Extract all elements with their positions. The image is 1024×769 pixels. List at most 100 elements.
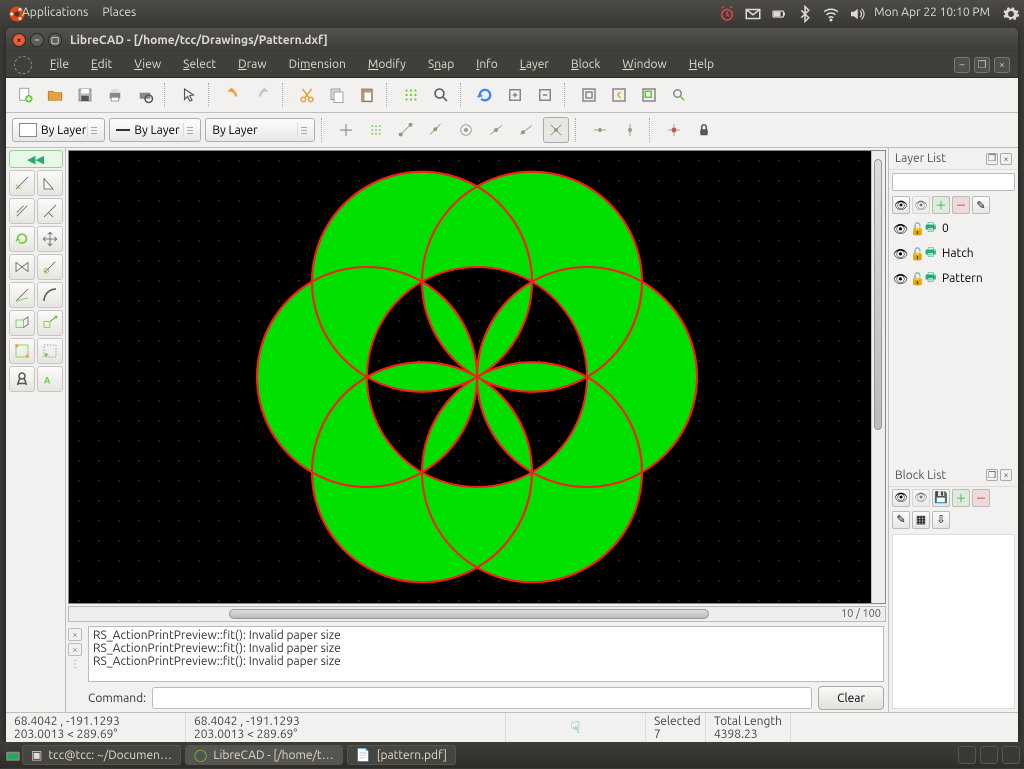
cut-button[interactable]	[294, 82, 320, 108]
volume-icon[interactable]	[848, 5, 862, 19]
menu-snap[interactable]: Snap	[418, 55, 464, 74]
pointer-button[interactable]	[176, 82, 202, 108]
menu-modify[interactable]: Modify	[358, 55, 416, 74]
block-remove-button[interactable]: －	[972, 489, 990, 507]
snap-free-button[interactable]	[333, 117, 359, 143]
snap-on-entity-button[interactable]	[423, 117, 449, 143]
block-save-button[interactable]: 💾	[932, 489, 950, 507]
panel-undock-icon[interactable]: ❐	[986, 469, 998, 481]
snap-center-button[interactable]	[453, 117, 479, 143]
alarm-icon[interactable]	[718, 5, 732, 19]
mail-icon[interactable]	[744, 5, 758, 19]
layer-remove-button[interactable]: －	[952, 196, 970, 214]
block-panel-header[interactable]: Block List ❐×	[889, 465, 1018, 487]
tool-bound[interactable]	[9, 338, 35, 364]
undo-button[interactable]	[220, 82, 246, 108]
tray-icon[interactable]	[980, 746, 998, 764]
tool-mirror[interactable]	[9, 254, 35, 280]
layer-item[interactable]: 👁🔓🖶Pattern	[889, 266, 1018, 291]
grid-button[interactable]	[398, 82, 424, 108]
snap-middle-button[interactable]	[483, 117, 509, 143]
copy-button[interactable]	[324, 82, 350, 108]
redo-button[interactable]	[250, 82, 276, 108]
layer-add-button[interactable]: ＋	[932, 196, 950, 214]
bluetooth-icon[interactable]	[796, 5, 810, 19]
log-close-icon-2[interactable]: ×	[68, 643, 82, 656]
menu-places[interactable]: Places	[102, 6, 136, 19]
color-combo[interactable]: By Layer	[12, 118, 105, 142]
horizontal-scrollbar[interactable]: 10 / 100	[68, 606, 886, 622]
toolbox-collapse-button[interactable]: ◀◀	[9, 150, 63, 168]
clear-button[interactable]: Clear	[818, 686, 884, 710]
linewidth-combo[interactable]: By Layer	[205, 118, 315, 142]
relative-zero-button[interactable]	[661, 117, 687, 143]
window-maximize-button[interactable]: ▢	[48, 33, 62, 47]
layer-item[interactable]: 👁🔓🖶Hatch	[889, 241, 1018, 266]
snap-intersection-button[interactable]	[543, 117, 569, 143]
snap-grid-button[interactable]	[363, 117, 389, 143]
menu-help[interactable]: Help	[679, 55, 724, 74]
task-pdf[interactable]: 📄[pattern.pdf]	[347, 745, 456, 765]
panel-close-icon[interactable]: ×	[1000, 469, 1012, 481]
block-add-button[interactable]: ＋	[952, 489, 970, 507]
print-preview-button[interactable]	[132, 82, 158, 108]
open-button[interactable]	[42, 82, 68, 108]
menu-applications[interactable]: Applications	[22, 6, 88, 19]
redraw-button[interactable]	[472, 82, 498, 108]
task-librecad[interactable]: ◯LibreCAD - [/home/t…	[185, 745, 343, 765]
menu-file[interactable]: File	[40, 55, 79, 74]
log-handle-icon[interactable]: ⋮	[68, 658, 82, 670]
tool-angle[interactable]	[37, 170, 63, 196]
tray-icon[interactable]	[958, 746, 976, 764]
tool-stretch[interactable]	[9, 310, 35, 336]
tool-text[interactable]: A	[37, 366, 63, 392]
layer-filter-input[interactable]	[892, 173, 1015, 191]
menu-info[interactable]: Info	[466, 55, 508, 74]
window-minimize-button[interactable]: –	[30, 33, 44, 47]
print-button[interactable]	[102, 82, 128, 108]
layer-hideall-button[interactable]: 👁	[912, 196, 930, 214]
menu-select[interactable]: Select	[173, 55, 226, 74]
snap-endpoint-button[interactable]	[393, 117, 419, 143]
restrict-horiz-button[interactable]	[587, 117, 613, 143]
battery-icon[interactable]	[770, 5, 784, 19]
block-edit-button[interactable]: ▦	[912, 511, 930, 529]
layer-panel-header[interactable]: Layer List ❐×	[889, 148, 1018, 170]
titlebar[interactable]: × – ▢ LibreCAD - [/home/tcc/Drawings/Pat…	[6, 28, 1018, 52]
wifi-icon[interactable]	[822, 5, 836, 19]
menu-block[interactable]: Block	[561, 55, 610, 74]
menu-dimension[interactable]: Dimension	[279, 55, 356, 74]
block-insert-button[interactable]: ⇩	[932, 511, 950, 529]
drawing-canvas[interactable]	[68, 150, 886, 604]
zoom-prev-button[interactable]	[606, 82, 632, 108]
new-button[interactable]	[12, 82, 38, 108]
zoom-out-button[interactable]	[532, 82, 558, 108]
restrict-vert-button[interactable]	[617, 117, 643, 143]
layer-showall-button[interactable]: 👁	[892, 196, 910, 214]
tool-measure[interactable]	[9, 366, 35, 392]
layer-edit-button[interactable]: ✎	[972, 196, 990, 214]
mdi-minimize-icon[interactable]: –	[954, 57, 970, 73]
tool-rotate[interactable]	[9, 226, 35, 252]
linetype-combo[interactable]: By Layer	[109, 118, 201, 142]
snap-dist-button[interactable]	[513, 117, 539, 143]
block-hideall-button[interactable]: 👁	[912, 489, 930, 507]
tray-icon[interactable]	[1002, 746, 1020, 764]
panel-undock-icon[interactable]: ❐	[986, 153, 998, 165]
tool-arc[interactable]	[37, 282, 63, 308]
menu-edit[interactable]: Edit	[81, 55, 122, 74]
zoom-in-button[interactable]	[502, 82, 528, 108]
tool-perp[interactable]	[37, 198, 63, 224]
menu-draw[interactable]: Draw	[228, 55, 277, 74]
command-input[interactable]	[152, 687, 812, 709]
tool-trim[interactable]	[9, 282, 35, 308]
zoom-button[interactable]	[428, 82, 454, 108]
layer-item[interactable]: 👁🔓🖶0	[889, 216, 1018, 241]
show-desktop-icon[interactable]	[4, 748, 18, 762]
tool-line[interactable]	[9, 170, 35, 196]
zoom-pan-button[interactable]	[666, 82, 692, 108]
paste-button[interactable]	[354, 82, 380, 108]
vertical-scrollbar[interactable]	[871, 151, 885, 603]
tool-move[interactable]	[37, 226, 63, 252]
menu-view[interactable]: View	[124, 55, 171, 74]
